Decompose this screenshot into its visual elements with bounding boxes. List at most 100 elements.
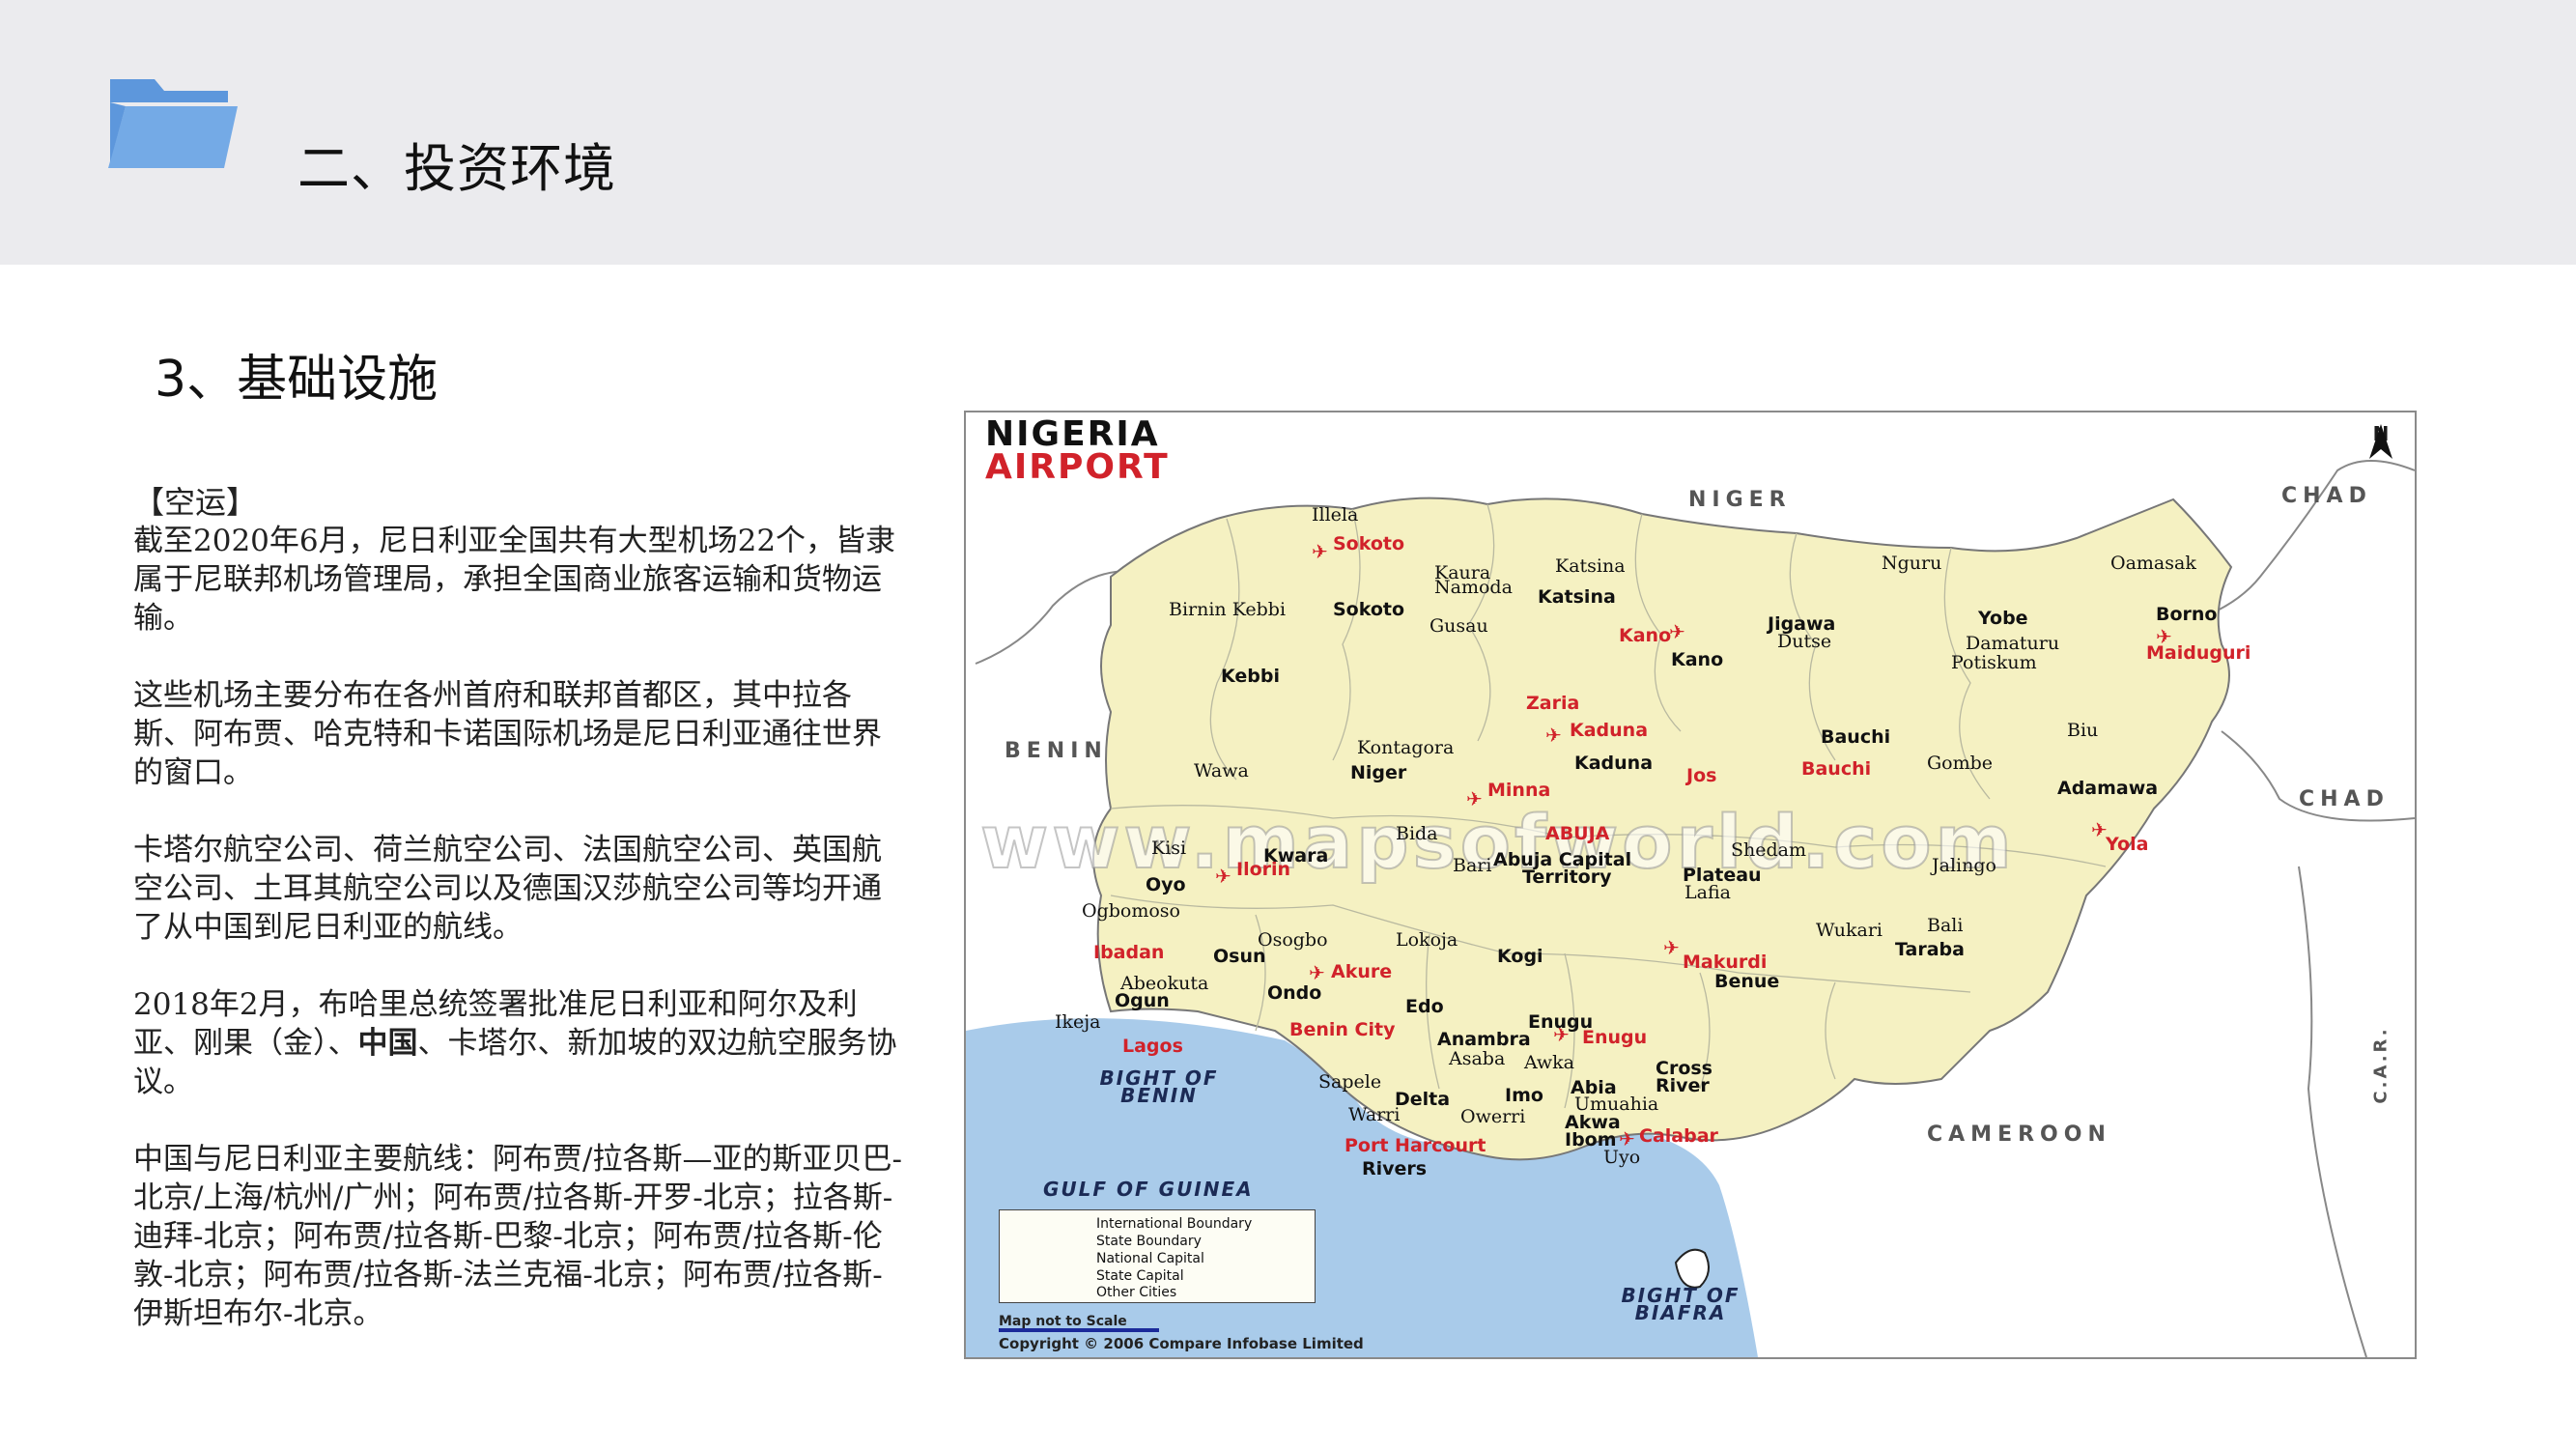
airport-zaria: Zaria	[1526, 693, 1580, 714]
airport-plane-icon: ✈	[1545, 724, 1562, 747]
city-gusau: Gusau	[1430, 615, 1488, 637]
city-dutse: Dutse	[1777, 631, 1832, 652]
city-bari: Bari	[1453, 855, 1492, 876]
city-kontagora: Kontagora	[1357, 737, 1455, 758]
state-rivers: Rivers	[1362, 1158, 1428, 1179]
map-copyright: Copyright © 2006 Compare Infobase Limite…	[999, 1335, 1364, 1352]
airport-benin-city: Benin City	[1289, 1019, 1396, 1040]
city-bali: Bali	[1927, 915, 1964, 936]
city-awka: Awka	[1524, 1052, 1574, 1073]
p4-bold-china: 中国	[357, 1026, 418, 1061]
airport-plane-icon: ✈	[1663, 936, 1680, 959]
airport-lagos: Lagos	[1122, 1036, 1183, 1057]
legend-state-capital: State Capital	[1096, 1268, 1184, 1284]
city-kisi: Kisi	[1151, 838, 1187, 859]
country-car: C.A.R.	[2370, 1026, 2392, 1104]
city-owerri: Owerri	[1460, 1106, 1526, 1127]
airport-calabar: Calabar	[1639, 1125, 1718, 1147]
folder-icon	[108, 79, 238, 168]
city-damaturu: Damaturu	[1966, 633, 2060, 654]
air-transport-heading: 【空运】	[133, 484, 258, 521]
airport-maiduguri: Maiduguri	[2146, 642, 2251, 664]
airport-plane-icon: ✈	[1466, 787, 1483, 810]
sea-gulf-of-guinea: GULF OF GUINEA	[1043, 1178, 1254, 1201]
map-title-line2: AIRPORT	[985, 447, 1170, 487]
city-nguru: Nguru	[1882, 553, 1942, 574]
airport-plane-icon: ✈	[1215, 865, 1231, 888]
airport-plane-icon: ✈	[1312, 540, 1328, 563]
state-imo: Imo	[1505, 1085, 1543, 1106]
state-benue: Benue	[1714, 971, 1780, 992]
country-niger: NIGER	[1688, 488, 1792, 512]
sea-bight-of-biafra: BIGHT OF BIAFRA	[1621, 1284, 1741, 1324]
state-gombe: Gombe	[1927, 753, 1994, 774]
paragraph-1: 截至2020年6月，尼日利亚全国共有大型机场22个，皆隶属于尼联邦机场管理局，承…	[133, 524, 896, 636]
city-sapele: Sapele	[1318, 1071, 1382, 1093]
map-legend: International Boundary State Boundary Na…	[999, 1209, 1316, 1303]
airport-akure: Akure	[1331, 961, 1393, 982]
state-bauchi: Bauchi	[1821, 726, 1891, 748]
map-watermark: www.mapsofworld.com	[979, 798, 2016, 886]
north-arrow-icon	[2369, 424, 2392, 459]
state-delta: Delta	[1395, 1089, 1451, 1110]
legend-other-cities: Other Cities	[1096, 1285, 1177, 1300]
city-ikeja: Ikeja	[1055, 1011, 1101, 1033]
state-katsina: Katsina	[1538, 586, 1616, 608]
city-ogbomoso: Ogbomoso	[1082, 900, 1180, 922]
country-chad: CHAD	[2281, 484, 2372, 508]
airport-plane-icon: ✈	[1669, 620, 1685, 643]
sea-bight-of-benin: BIGHT OF BENIN	[1099, 1066, 1219, 1107]
nigeria-airport-map: ★ NIGERIA AIRPORT N www.mapsofworld.com …	[964, 411, 2417, 1359]
city-illela: Illela	[1312, 504, 1359, 526]
state-niger: Niger	[1350, 762, 1407, 783]
paragraph-2: 这些机场主要分布在各州首府和联邦首都区，其中拉各斯、阿布贾、哈克特和卡诺国际机场…	[133, 678, 882, 790]
airport-makurdi: Makurdi	[1683, 952, 1768, 973]
state-cross-river-line2: River	[1656, 1075, 1710, 1096]
state-borno: Borno	[2156, 604, 2218, 625]
page-title: 二、投资环境	[297, 138, 616, 199]
city-lokoja: Lokoja	[1396, 929, 1458, 951]
state-enugu: Enugu	[1528, 1011, 1594, 1033]
city-shedam: Shedam	[1731, 839, 1807, 861]
airport-kano: Kano	[1619, 625, 1672, 646]
airport-abuja: ABUJA	[1545, 823, 1610, 844]
state-kwara: Kwara	[1263, 845, 1329, 867]
airport-ibadan: Ibadan	[1093, 942, 1165, 963]
city-asaba: Asaba	[1449, 1048, 1506, 1069]
state-edo: Edo	[1405, 996, 1444, 1017]
state-ondo: Ondo	[1267, 982, 1322, 1004]
country-chad-east: CHAD	[2299, 787, 2390, 811]
city-jalingo: Jalingo	[1932, 855, 1996, 876]
state-kaduna: Kaduna	[1574, 753, 1654, 774]
city-wukari: Wukari	[1816, 920, 1882, 941]
state-sokoto: Sokoto	[1333, 599, 1405, 620]
state-oyo: Oyo	[1146, 874, 1186, 895]
state-anambra: Anambra	[1437, 1029, 1531, 1050]
city-oamasak: Oamasak	[2110, 553, 2196, 574]
state-taraba: Taraba	[1895, 939, 1965, 960]
airport-minna: Minna	[1487, 780, 1551, 801]
legend-state-boundary: State Boundary	[1096, 1234, 1202, 1249]
city-warri: Warri	[1348, 1104, 1401, 1125]
map-scale-note: Map not to Scale	[999, 1314, 1127, 1329]
state-kebbi: Kebbi	[1221, 666, 1280, 687]
paragraph-3: 卡塔尔航空公司、荷兰航空公司、法国航空公司、英国航空公司、土耳其航空公司以及德国…	[133, 833, 882, 945]
header-band: 二、投资环境	[0, 0, 2576, 265]
body-text: 【空运】 截至2020年6月，尼日利亚全国共有大型机场22个，皆隶属于尼联邦机场…	[133, 483, 906, 1372]
city-katsina: Katsina	[1555, 555, 1626, 577]
airport-bauchi: Bauchi	[1801, 758, 1872, 780]
airport-kaduna: Kaduna	[1570, 720, 1649, 741]
city-umuahia: Umuahia	[1574, 1094, 1659, 1115]
city-osogbo: Osogbo	[1258, 929, 1328, 951]
north-arrow: N	[2362, 422, 2400, 490]
airport-sokoto: Sokoto	[1333, 533, 1405, 554]
state-fct-line2: Territory	[1522, 867, 1612, 888]
state-kogi: Kogi	[1497, 946, 1543, 967]
state-adamawa: Adamawa	[2057, 778, 2159, 799]
paragraph-5: 中国与尼日利亚主要航线：阿布贾/拉各斯—亚的斯亚贝巴-北京/上海/杭州/广州；阿…	[133, 1142, 902, 1331]
city-lafia: Lafia	[1684, 882, 1731, 903]
airport-port-harcourt: Port Harcourt	[1345, 1135, 1486, 1156]
airport-jos: Jos	[1686, 765, 1717, 786]
map-title-line1: NIGERIA	[985, 414, 1160, 454]
city-uyo: Uyo	[1603, 1147, 1641, 1168]
